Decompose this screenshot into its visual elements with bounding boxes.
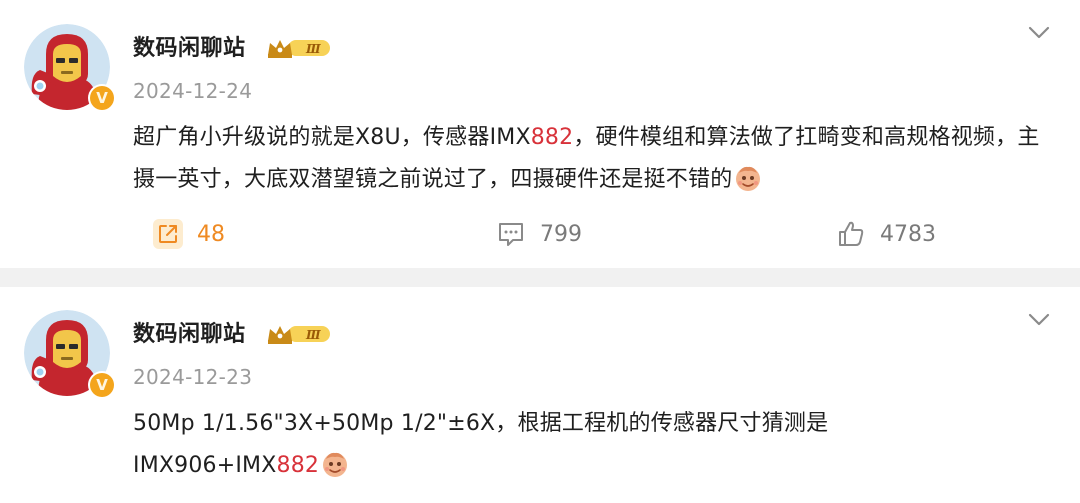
verified-v-icon: V	[90, 373, 114, 397]
post-text-part: IMX906+IMX	[133, 453, 277, 478]
crown-level-iii-badge-icon[interactable]: Ⅲ	[266, 37, 332, 59]
like-count: 4783	[880, 221, 936, 247]
post-card: V 数码闲聊站 Ⅲ 2024-12-23 50Mp 1/1.56"3X+50Mp…	[0, 287, 1080, 503]
comment-icon	[496, 219, 526, 249]
verified-badge: V	[88, 371, 116, 399]
svg-text:Ⅲ: Ⅲ	[305, 328, 321, 342]
comment-button[interactable]: 799	[496, 214, 582, 254]
post-text: 超广角小升级说的就是X8U，传感器IMX882，硬件模组和算法做了扛畸变和高规格…	[133, 117, 1053, 201]
post-card: V 数码闲聊站 Ⅲ 2024-12-24 超广角小升级说的就是X8U，传感器IM…	[0, 0, 1080, 268]
thumbs-up-icon	[836, 219, 866, 249]
repost-count: 48	[197, 221, 225, 247]
highlighted-number: 882	[276, 453, 320, 478]
verified-badge: V	[88, 84, 116, 112]
crown-level-iii-badge-icon[interactable]: Ⅲ	[266, 323, 332, 345]
repost-button[interactable]: 48	[153, 214, 225, 254]
repost-icon	[153, 219, 183, 249]
svg-text:Ⅲ: Ⅲ	[305, 42, 321, 56]
highlighted-number: 882	[530, 125, 574, 150]
post-text-part: 50Mp 1/1.56"3X+50Mp 1/2"±6X，根据工程机的传感器尺寸猜…	[133, 411, 829, 436]
chevron-down-icon[interactable]	[1028, 312, 1050, 326]
comment-count: 799	[540, 221, 582, 247]
weibo-feed: V 数码闲聊站 Ⅲ 2024-12-24 超广角小升级说的就是X8U，传感器IM…	[0, 0, 1080, 503]
post-separator	[0, 268, 1080, 287]
like-button[interactable]: 4783	[836, 214, 936, 254]
post-text: 50Mp 1/1.56"3X+50Mp 1/2"±6X，根据工程机的传感器尺寸猜…	[133, 403, 1053, 487]
verified-v-icon: V	[90, 86, 114, 110]
action-bar: 48 799 4783	[0, 214, 1080, 254]
doge-emoji-icon	[321, 450, 349, 478]
post-date: 2024-12-24	[133, 79, 253, 103]
doge-emoji-icon	[734, 164, 762, 192]
post-text-part: 超广角小升级说的就是X8U，传感器IMX	[133, 125, 531, 150]
username[interactable]: 数码闲聊站	[133, 321, 246, 349]
chevron-down-icon[interactable]	[1028, 25, 1050, 39]
post-date: 2024-12-23	[133, 365, 253, 389]
username[interactable]: 数码闲聊站	[133, 35, 246, 63]
